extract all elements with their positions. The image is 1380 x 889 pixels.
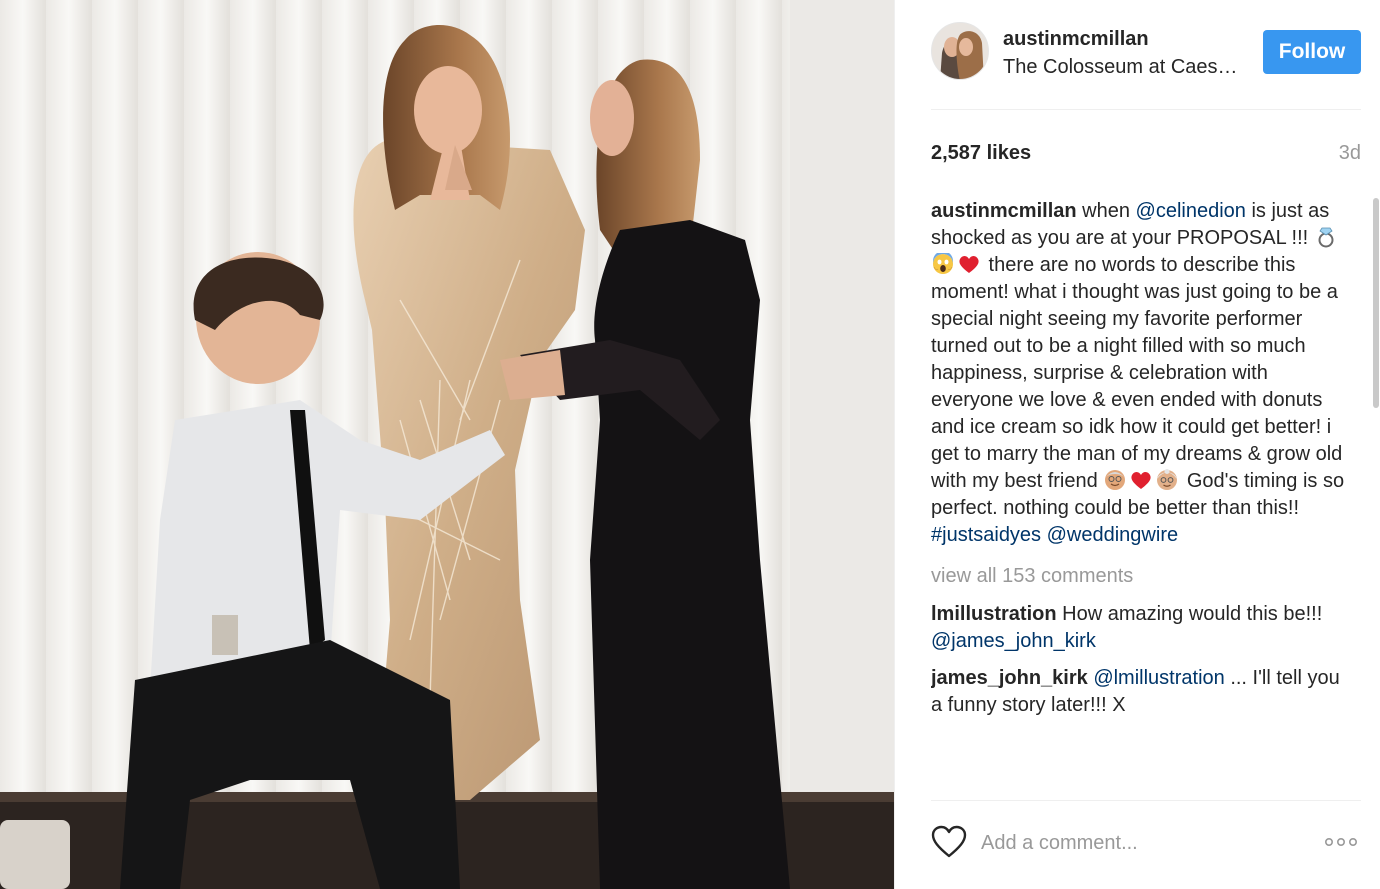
heart-emoji: [1129, 470, 1155, 492]
mention-link[interactable]: @weddingwire: [1047, 524, 1178, 546]
comments-list[interactable]: austinmcmillan when @celinedion is just …: [931, 198, 1351, 792]
caption-text: there are no words to describe this mome…: [931, 254, 1343, 492]
add-comment-input[interactable]: [981, 827, 1281, 859]
caption-username[interactable]: austinmcmillan: [931, 200, 1077, 222]
likes-count[interactable]: 2,587 likes: [931, 142, 1031, 165]
comment-item: james_john_kirk @lmillustration ... I'll…: [931, 665, 1351, 719]
post-photo[interactable]: [0, 0, 894, 889]
mention-link[interactable]: @lmillustration: [1093, 667, 1224, 689]
ring-emoji: [1314, 227, 1340, 249]
likes-row: 2,587 likes 3d: [931, 142, 1361, 168]
post-author-username[interactable]: austinmcmillan: [1003, 28, 1149, 51]
post-time-ago[interactable]: 3d: [1339, 142, 1361, 165]
post-footer: [931, 800, 1361, 889]
comment-text: How amazing would this be!!!: [1056, 603, 1323, 625]
scream-emoji: [931, 253, 957, 276]
post-location[interactable]: The Colosseum at Caesars Palace: [1003, 56, 1243, 79]
more-options-icon[interactable]: [1321, 831, 1361, 853]
hashtag-link[interactable]: #justsaidyes: [931, 524, 1041, 546]
comment-username[interactable]: james_john_kirk: [931, 667, 1088, 689]
view-all-comments-link[interactable]: view all 153 comments: [931, 563, 1351, 590]
comments-scrollbar[interactable]: [1372, 198, 1380, 798]
old-man-emoji: [1103, 470, 1129, 492]
old-woman-emoji: [1155, 469, 1181, 492]
post-side-panel: austinmcmillan The Colosseum at Caesars …: [894, 0, 1380, 889]
mention-link[interactable]: @celinedion: [1136, 200, 1246, 222]
avatar[interactable]: [931, 22, 989, 80]
mention-link[interactable]: @james_john_kirk: [931, 630, 1096, 652]
proposal-photo-illustration: [0, 0, 894, 889]
comment-item: lmillustration How amazing would this be…: [931, 601, 1351, 655]
comment-username[interactable]: lmillustration: [931, 603, 1057, 625]
scrollbar-thumb[interactable]: [1373, 198, 1379, 408]
follow-button[interactable]: Follow: [1263, 30, 1361, 74]
heart-outline-icon[interactable]: [931, 825, 967, 859]
heart-emoji: [957, 254, 983, 276]
caption: austinmcmillan when @celinedion is just …: [931, 198, 1351, 549]
post-header: austinmcmillan The Colosseum at Caesars …: [931, 20, 1361, 110]
caption-text: when: [1076, 200, 1136, 222]
